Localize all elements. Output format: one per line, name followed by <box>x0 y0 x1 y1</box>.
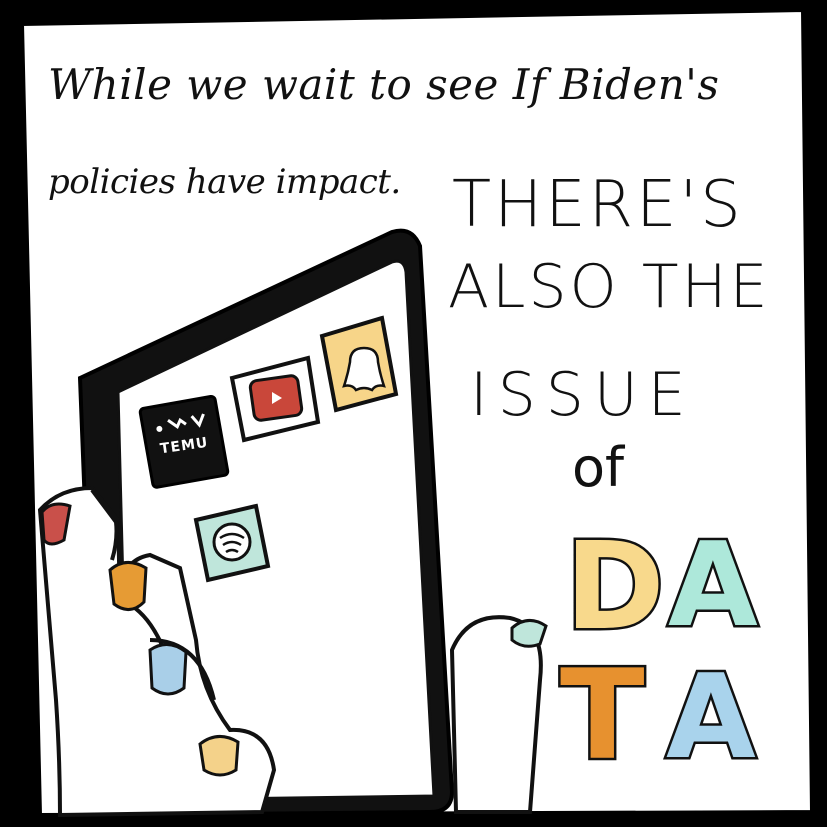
caption-line-2: policies have impact. <box>48 162 401 202</box>
data-letter-t: T <box>558 644 648 788</box>
headline-line-2: ALSO THE <box>448 252 771 322</box>
nail-mint <box>510 619 548 648</box>
data-letter-d: D <box>563 518 668 657</box>
comic-panel: While we wait to see If Biden's policies… <box>0 0 827 827</box>
snapchat-app-icon <box>319 315 399 413</box>
headline-line-4: of <box>572 436 625 499</box>
data-letter-a-second: A <box>664 650 759 785</box>
nail-yellow <box>198 735 240 777</box>
headline-line-1: THERE'S <box>452 168 744 242</box>
caption-line-1: While we wait to see If Biden's <box>48 60 720 109</box>
right-thumb <box>449 615 548 814</box>
data-letter-a-first: A <box>666 518 761 653</box>
headline-line-3: ISSUE <box>470 360 696 430</box>
nail-blue <box>148 643 188 696</box>
nail-red <box>40 502 72 546</box>
nail-orange <box>108 561 148 611</box>
wifi-app-icon <box>193 503 271 583</box>
